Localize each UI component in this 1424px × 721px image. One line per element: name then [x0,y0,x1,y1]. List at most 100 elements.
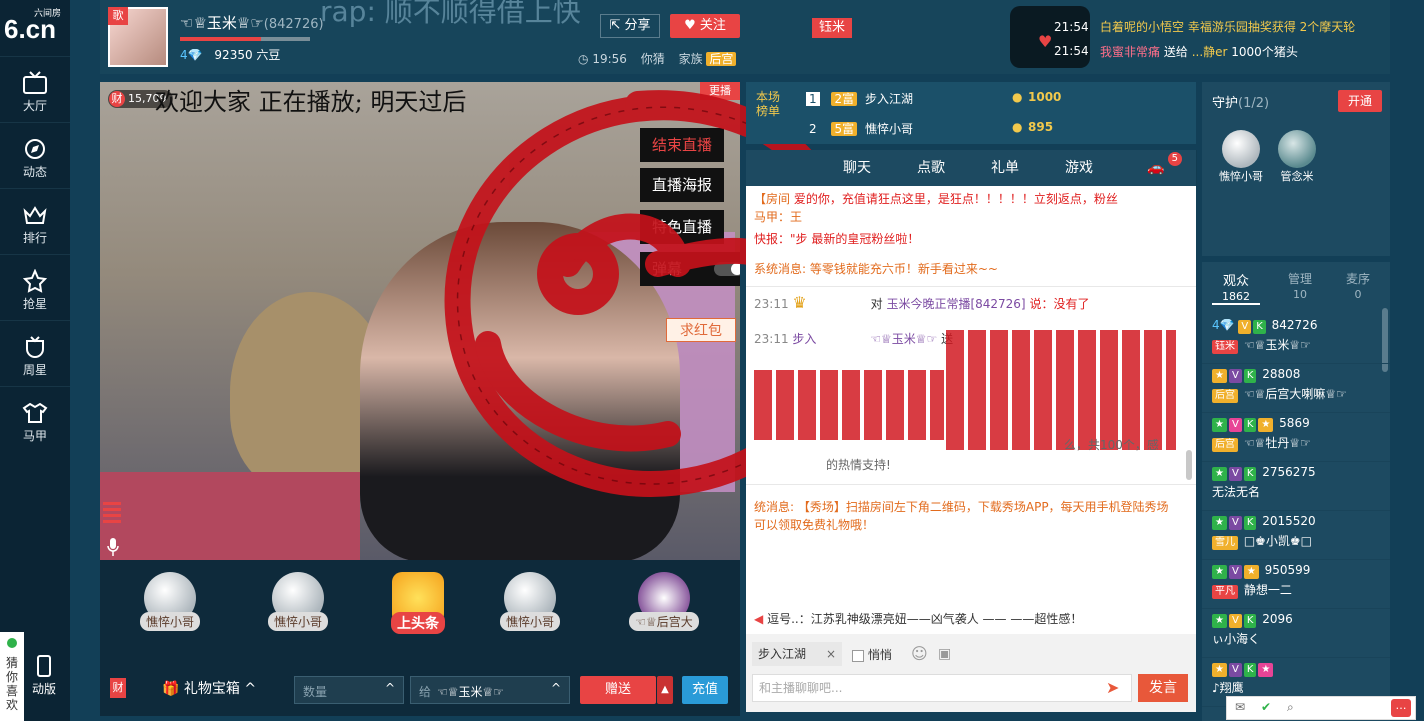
chat-bubble-icon[interactable]: … [1391,699,1411,717]
ranking-row[interactable]: 2 5富 憔悴小哥 ● 895 [806,120,1186,142]
send-message-button[interactable]: 发言 [1138,674,1188,702]
quantity-input[interactable]: 数量 ^ [294,676,404,704]
tab-games[interactable]: 游戏 [1042,150,1117,186]
chat-message: 【房间 爱的你，充值请狂点这里，是狂点！！！！！立刻返点，粉丝 马甲：王 [754,192,1118,224]
list-item[interactable]: ★ V K 28808 后宫 ☜♕后宫大喇嘛♕☞ [1202,363,1390,413]
wealth-tag: 财 [110,678,126,698]
recharge-button[interactable]: 充值 [682,676,728,704]
send-arrow-icon[interactable]: ➤ [1106,678,1119,697]
share-icon: ⇱ [609,18,621,33]
divider [746,484,1196,485]
rose-gift-icons [946,330,1176,450]
coin-icon: ● [1012,120,1023,134]
microphone-icon[interactable] [106,537,120,557]
rose-gift-icons [754,370,944,440]
nav-item-vest[interactable]: 马甲 [0,386,70,453]
divider [746,286,1196,287]
emoji-icon[interactable]: ☺ [911,644,928,663]
mini-toolbar: ✉ ✔ ⌕ … [1226,696,1416,720]
chat-input[interactable]: 和主播聊聊吧... [752,674,1132,702]
list-item[interactable]: ★ V K 2756275 无法无名 [1202,461,1390,511]
open-guard-button[interactable]: 开通 [1338,90,1382,112]
song-tag: 歌 [108,7,128,25]
tab-blank[interactable] [746,150,821,186]
car-icon: 🚗 [1147,160,1165,176]
nav-item-rank[interactable]: 排行 [0,188,70,255]
ranking-row[interactable]: 1 2富 步入江湖 ● 1000 [806,90,1186,112]
guess-you-like-tab[interactable]: 猜你喜欢 [0,632,24,721]
mail-icon[interactable]: ✉ [1235,700,1245,714]
headline-button[interactable]: 上头条 [378,572,458,646]
banner-title: rap: 顺不顺得借上快 [320,0,581,28]
list-item[interactable]: ★ V K 2015520 雪儿 □♚小凯♚□ [1202,510,1390,560]
chat-message: 23:11 ♛ 对 玉米今晚正常播[842726] 说：没有了 [754,293,1090,312]
follow-button[interactable]: ♥ 关注 [670,14,740,38]
list-item[interactable]: ★ V K ★ 5869 后宫 ☜♕牡丹♕☞ [1202,412,1390,462]
tab-chat[interactable]: 聊天 [820,150,895,186]
crown-icon [23,206,47,224]
zoom-icon[interactable]: ⌕ [1287,700,1294,715]
gift-slot-3[interactable]: 憔悴小哥 [490,572,570,643]
chevron-up-icon: ^ [244,681,257,697]
recipient-select[interactable]: 给 ☜♕玉米♕☞ ^ [410,676,570,704]
reply-target[interactable]: 步入江湖 × [752,642,842,666]
close-icon[interactable]: × [826,642,836,666]
red-packet-button[interactable]: 求红包 [666,318,736,342]
mobile-version[interactable]: 动版 [24,655,64,699]
host-name: ☜♕玉米♕☞(842726) [180,14,324,32]
featured-stream-button[interactable]: 特色直播 [640,210,725,244]
tab-admins[interactable]: 管理 10 [1276,270,1324,301]
check-icon[interactable]: ✔ [1261,700,1271,714]
live-video[interactable]: 财 15,709 欢迎大家 正在播放; 明天过后 更播 结束直播 直播海报 特色直… [100,82,740,560]
gift-slot-2[interactable]: 憔悴小哥 [258,572,338,643]
guard-title: 守护(1/2) [1212,96,1270,111]
nav-item-lobby[interactable]: 大厅 [0,56,70,123]
tab-car[interactable]: 🚗 5 [1116,150,1197,186]
gift-slot-4[interactable]: ☜♕后宫大 [624,572,704,643]
chat-message-thanks: 的热情支持! [826,458,891,472]
coin-icon: ● [1012,90,1023,104]
share-button[interactable]: ⇱ 分享 [600,14,660,38]
stream-poster-button[interactable]: 直播海报 [640,168,725,202]
nav-item-feed[interactable]: 动态 [0,122,70,189]
chevron-up-icon[interactable]: ▲ [657,676,673,704]
chat-message-tail: 么，共100个，感 [1064,438,1159,452]
gift-strip: 憔悴小哥 憔悴小哥 上头条 憔悴小哥 ☜♕后宫大 [100,560,740,660]
toggle-switch[interactable] [714,262,740,276]
volume-bars[interactable] [103,502,121,532]
danmaku-toggle[interactable]: 弹幕 [640,252,740,286]
audience-panel: 观众 1862 管理 10 麦序 0 4💎 VK 842726 钰米 ☜♕玉米♕☞ ★… [1202,262,1390,721]
gift-slot-1[interactable]: 憔悴小哥 [130,572,210,643]
clock-icon: ◷ [578,52,589,66]
news-ticker-1: 白着呢的小悟空 幸福游乐园抽奖获得 2个摩天轮 [1100,20,1356,34]
tab-songs[interactable]: 点歌 [894,150,969,186]
nav-item-weekly[interactable]: 周星 [0,320,70,387]
site-logo[interactable]: 六间房 6.cn [4,6,66,44]
send-gift-button[interactable]: 赠送 [580,676,656,704]
nav-item-star[interactable]: 抢星 [0,254,70,321]
speaker-icon: ◀ [754,612,764,626]
streamer [360,222,680,560]
host-meta: ◷ 19:56 你猜 家族 后宫 [578,50,737,67]
watch-banner[interactable]: 21:54 ♥ 21:54 [1010,6,1090,68]
online-dot-icon [7,638,17,648]
list-item[interactable]: 4💎 VK 842726 钰米 ☜♕玉米♕☞ [1202,314,1390,364]
corner-tag: 更播 [700,82,740,100]
list-item[interactable]: ★ V K 2096 ぃ小海く [1202,608,1390,658]
cup-icon [26,336,44,358]
guard-member[interactable]: 憔悴小哥 [1216,130,1266,184]
chat-scrollbar[interactable] [1186,450,1192,480]
tab-gift-list[interactable]: 礼单 [968,150,1043,186]
flag-badge: 钰米 [812,18,852,38]
image-icon[interactable]: ▣ [938,646,951,662]
chevron-up-icon: ^ [384,681,395,695]
tab-mic-queue[interactable]: 麦序 0 [1334,270,1382,301]
guard-member[interactable]: 管念米 [1272,130,1322,184]
end-stream-button[interactable]: 结束直播 [640,128,725,162]
ranking-title: 本场榜单 [756,90,781,118]
list-item[interactable]: ★ V ★ 950599 平凡 静想一二 [1202,559,1390,609]
shirt-icon [22,402,48,423]
tab-audience[interactable]: 观众 1862 [1212,270,1260,305]
gift-box-button[interactable]: 🎁 礼物宝箱 ^ [162,678,256,698]
whisper-checkbox[interactable]: 悄悄 [852,646,892,663]
